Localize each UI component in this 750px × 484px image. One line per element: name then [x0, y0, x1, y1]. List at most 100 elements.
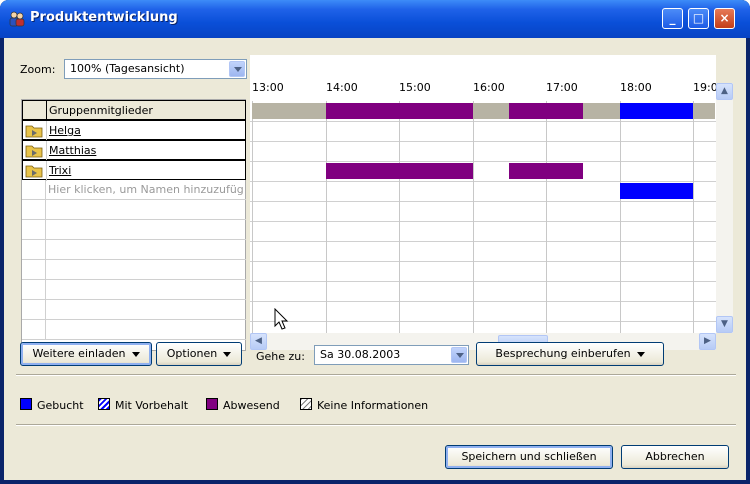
- invite-more-button[interactable]: Weitere einladen: [20, 342, 152, 366]
- time-label: 18:00: [620, 81, 652, 94]
- grid-row-line: [250, 161, 716, 162]
- time-label: 14:00: [326, 81, 358, 94]
- grid-row-line: [250, 201, 716, 202]
- list-item[interactable]: Trixi: [22, 160, 246, 181]
- tentative-swatch: [98, 398, 110, 410]
- grid-row-line: [250, 281, 716, 282]
- grid-row-line: [250, 221, 716, 222]
- scroll-down-icon[interactable]: ▼: [716, 316, 733, 333]
- grid-row-line: [250, 121, 716, 122]
- empty-icon-cell: [22, 240, 46, 260]
- empty-row: [22, 300, 246, 320]
- list-item[interactable]: Helga: [22, 120, 246, 141]
- busy-block-none: [583, 103, 620, 119]
- list-item[interactable]: Matthias: [22, 140, 246, 161]
- grid-hour-line: [620, 101, 621, 333]
- people-icon: [9, 11, 25, 27]
- grid-row-line: [250, 181, 716, 182]
- chevron-down-icon[interactable]: [451, 347, 467, 363]
- empty-row: [22, 260, 246, 280]
- add-member-row[interactable]: Hier klicken, um Namen hinzuzufügen: [22, 180, 246, 200]
- schedule-grid[interactable]: 13:00 14:00 15:00 16:00 17:00 18:00 19:00: [250, 55, 716, 333]
- header-icon-cell: [23, 101, 47, 121]
- invite-more-label: Weitere einladen: [32, 347, 126, 360]
- grid-hour-line: [252, 101, 253, 333]
- chevron-down-icon: [131, 351, 140, 357]
- options-button[interactable]: Optionen: [156, 342, 242, 366]
- busy-block-none: [693, 103, 715, 119]
- chevron-down-icon: [223, 351, 232, 357]
- grid-hour-line: [473, 101, 474, 333]
- zoom-value: 100% (Tagesansicht): [70, 62, 185, 75]
- chevron-down-icon: [636, 351, 645, 357]
- busy-block-none: [473, 103, 509, 119]
- folder-icon: [23, 121, 47, 141]
- time-label: 16:00: [473, 81, 505, 94]
- legend-absent: Abwesend: [223, 399, 280, 412]
- grid-row-line: [250, 321, 716, 322]
- title-bar[interactable]: Produktentwicklung _ □ ×: [0, 0, 750, 38]
- call-meeting-label: Besprechung einberufen: [495, 347, 631, 360]
- time-label: 19:00: [693, 81, 716, 94]
- cancel-button[interactable]: Abbrechen: [621, 445, 729, 469]
- member-name: Matthias: [49, 144, 97, 157]
- goto-label: Gehe zu:: [256, 350, 305, 363]
- time-label: 13:00: [252, 81, 284, 94]
- legend-booked: Gebucht: [37, 399, 84, 412]
- busy-block-booked: [620, 103, 693, 119]
- busy-block-none: [252, 103, 326, 119]
- call-meeting-button[interactable]: Besprechung einberufen: [476, 342, 664, 366]
- grid-hour-line: [546, 101, 547, 333]
- grid-hour-line: [326, 101, 327, 333]
- busy-block-absent: [326, 103, 473, 119]
- add-member-placeholder[interactable]: Hier klicken, um Namen hinzuzufügen: [48, 183, 243, 196]
- minimize-button[interactable]: _: [662, 8, 683, 29]
- scroll-right-icon[interactable]: ▶: [699, 333, 716, 350]
- busy-block-absent: [509, 103, 583, 119]
- empty-row: [22, 280, 246, 300]
- no-info-swatch: [300, 398, 312, 410]
- window-title: Produktentwicklung: [30, 10, 178, 25]
- members-header-label: Gruppenmitglieder: [49, 104, 153, 117]
- zoom-select[interactable]: 100% (Tagesansicht): [64, 59, 247, 79]
- time-label: 17:00: [546, 81, 578, 94]
- close-button[interactable]: ×: [714, 8, 735, 29]
- divider: [16, 424, 736, 426]
- folder-icon: [23, 161, 47, 181]
- members-header: Gruppenmitglieder: [22, 100, 246, 121]
- grid-hour-line: [693, 101, 694, 333]
- folder-icon: [23, 141, 47, 161]
- scroll-up-icon[interactable]: ▲: [716, 83, 733, 100]
- absent-swatch: [206, 398, 218, 410]
- goto-date-picker[interactable]: Sa 30.08.2003: [314, 345, 469, 365]
- scroll-left-icon[interactable]: ◀: [250, 333, 267, 350]
- options-label: Optionen: [166, 347, 218, 360]
- busy-block-absent: [326, 163, 473, 179]
- chevron-down-icon[interactable]: [229, 61, 245, 77]
- members-list: Gruppenmitglieder Helga Matthias Trixi H…: [21, 99, 246, 351]
- grid-row-line: [250, 301, 716, 302]
- empty-row: [22, 200, 246, 220]
- grid-row-line: [250, 241, 716, 242]
- divider: [16, 374, 736, 376]
- save-close-button[interactable]: Speichern und schließen: [445, 445, 613, 469]
- mouse-pointer-icon: [274, 308, 289, 330]
- legend-tentative: Mit Vorbehalt: [115, 399, 189, 412]
- maximize-button[interactable]: □: [688, 8, 709, 29]
- empty-icon-cell: [22, 320, 46, 340]
- zoom-label: Zoom:: [20, 63, 56, 76]
- grid-row-line: [250, 141, 716, 142]
- busy-block-absent: [509, 163, 583, 179]
- empty-icon-cell: [22, 280, 46, 300]
- empty-row: [22, 220, 246, 240]
- booked-swatch: [20, 398, 32, 410]
- busy-block-booked: [620, 183, 693, 199]
- dialog-window: Produktentwicklung _ □ × Zoom: 100% (Tag…: [0, 0, 750, 484]
- grid-hour-line: [399, 101, 400, 333]
- member-name: Helga: [49, 124, 81, 137]
- empty-icon-cell: [22, 180, 46, 200]
- grid-row-line: [250, 261, 716, 262]
- vertical-scrollbar[interactable]: ▲ ▼: [716, 83, 733, 333]
- empty-icon-cell: [22, 300, 46, 320]
- empty-row: [22, 240, 246, 260]
